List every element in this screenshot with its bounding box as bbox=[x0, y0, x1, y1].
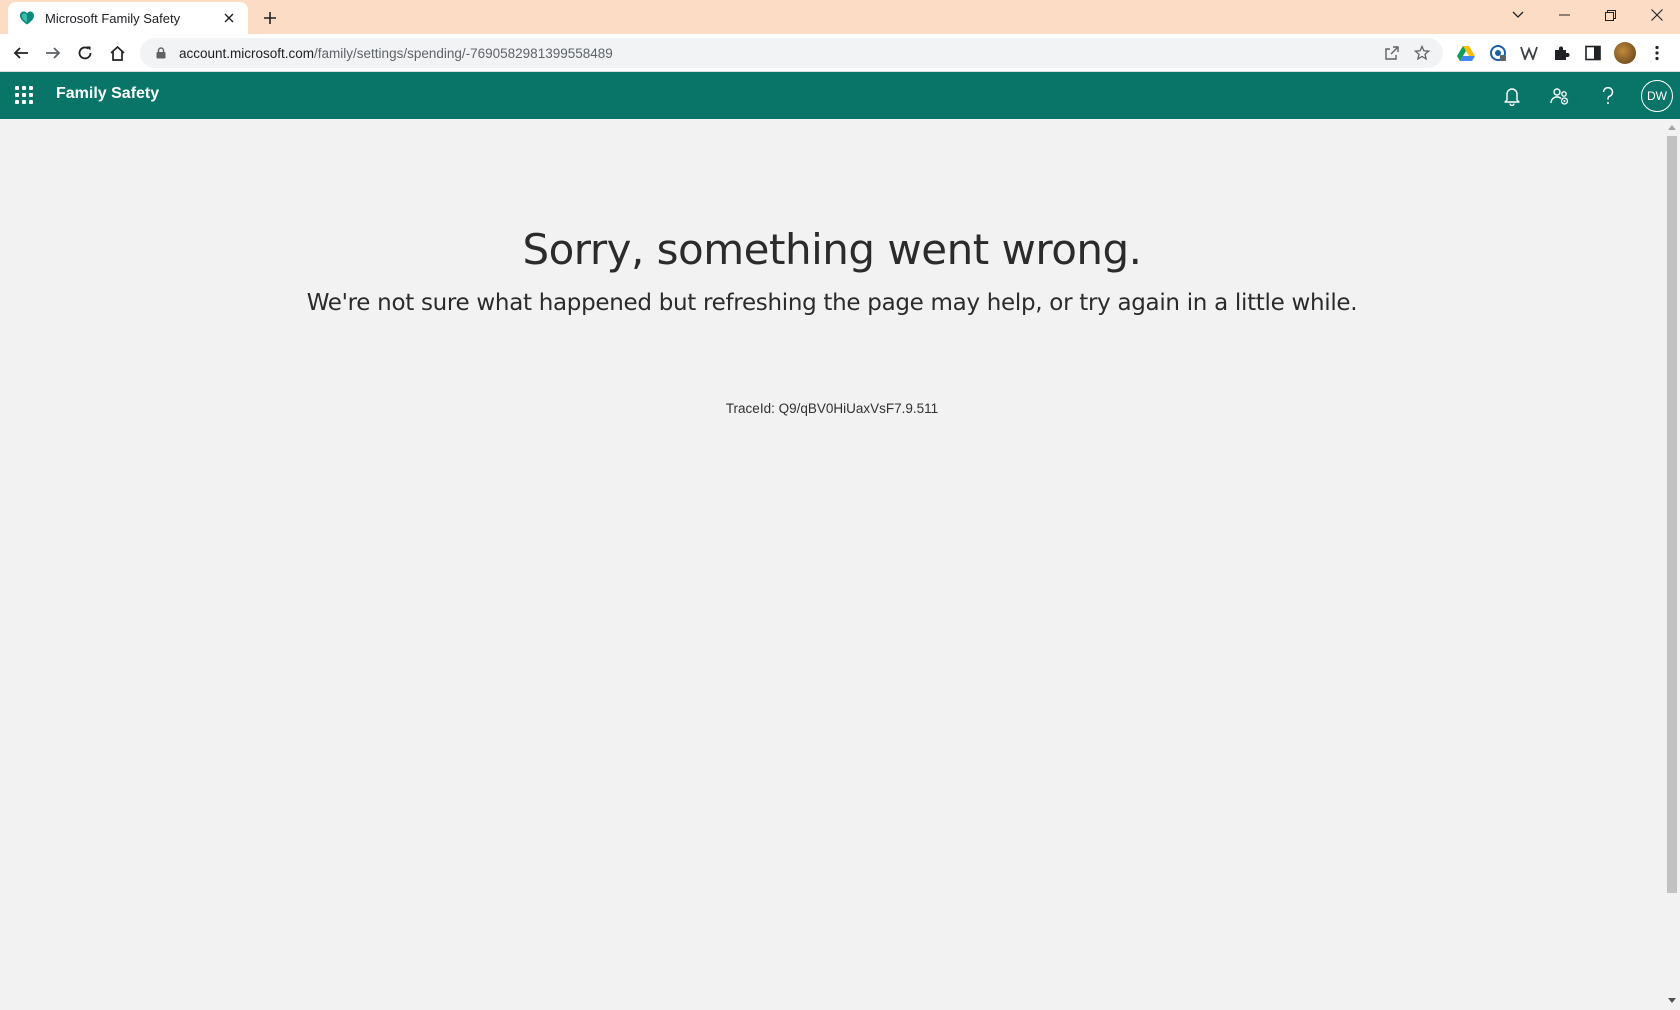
browser-profile-avatar[interactable] bbox=[1614, 42, 1636, 64]
share-icon[interactable] bbox=[1383, 44, 1401, 62]
trace-id: TraceId: Q9/qBV0HiUaxVsF7.9.511 bbox=[725, 401, 939, 416]
close-window-icon[interactable] bbox=[1634, 0, 1680, 30]
family-settings-icon[interactable] bbox=[1545, 81, 1575, 111]
google-drive-icon[interactable] bbox=[1455, 42, 1477, 64]
scrollbar-thumb[interactable] bbox=[1667, 136, 1677, 893]
browser-toolbar: account.microsoft.com/family/settings/sp… bbox=[0, 34, 1680, 72]
reload-icon[interactable] bbox=[71, 39, 99, 67]
tab-search-chevron-down-icon[interactable] bbox=[1495, 0, 1541, 30]
lock-icon[interactable] bbox=[154, 46, 168, 60]
scroll-up-arrow-icon[interactable] bbox=[1668, 123, 1676, 131]
bookmark-star-icon[interactable] bbox=[1413, 44, 1431, 62]
error-page: Sorry, something went wrong. We're not s… bbox=[0, 119, 1664, 1010]
scroll-down-arrow-icon[interactable] bbox=[1668, 996, 1676, 1004]
forward-arrow-icon[interactable] bbox=[39, 39, 67, 67]
app-title[interactable]: Family Safety bbox=[56, 85, 159, 103]
url-text: account.microsoft.com/family/settings/sp… bbox=[179, 46, 613, 61]
error-message: We're not sure what happened but refresh… bbox=[306, 290, 1358, 316]
error-title: Sorry, something went wrong. bbox=[522, 225, 1142, 274]
url-host: account.microsoft.com bbox=[179, 45, 315, 61]
close-tab-icon[interactable] bbox=[220, 9, 238, 27]
browser-titlebar: Microsoft Family Safety bbox=[0, 0, 1680, 34]
wikipedia-w-icon[interactable] bbox=[1518, 42, 1540, 64]
notifications-bell-icon[interactable] bbox=[1497, 81, 1527, 111]
url-path: /family/settings/spending/-7690582981399… bbox=[314, 45, 613, 61]
back-arrow-icon[interactable] bbox=[7, 39, 35, 67]
user-avatar[interactable]: DW bbox=[1641, 80, 1673, 112]
tab-title: Microsoft Family Safety bbox=[45, 10, 181, 26]
more-vertical-icon[interactable] bbox=[1646, 42, 1668, 64]
help-question-icon[interactable] bbox=[1593, 81, 1623, 111]
home-icon[interactable] bbox=[103, 39, 131, 67]
page-scrollbar[interactable] bbox=[1664, 119, 1680, 1010]
restore-icon[interactable] bbox=[1587, 0, 1633, 30]
extensions-puzzle-icon[interactable] bbox=[1550, 42, 1572, 64]
app-header: Family Safety DW bbox=[0, 72, 1680, 119]
app-launcher-waffle-icon[interactable] bbox=[12, 83, 36, 107]
heart-shield-icon bbox=[18, 9, 36, 27]
side-panel-icon[interactable] bbox=[1582, 42, 1604, 64]
new-tab-button[interactable] bbox=[258, 6, 282, 30]
minimize-icon[interactable] bbox=[1541, 0, 1587, 30]
browser-tab[interactable]: Microsoft Family Safety bbox=[8, 2, 248, 34]
address-bar[interactable]: account.microsoft.com/family/settings/sp… bbox=[140, 38, 1443, 68]
password-manager-icon[interactable] bbox=[1487, 42, 1509, 64]
